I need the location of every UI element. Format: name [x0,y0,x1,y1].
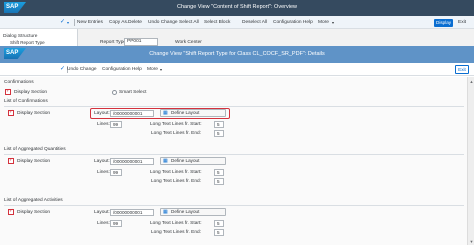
confirmations-display-label: Display Section [14,90,48,95]
quantities-lines-field[interactable]: 99 [110,169,122,176]
activities-define-layout-label: Define Layout [171,209,200,214]
activities-lt-start-label: Long Text Lines fr. Start: [150,221,202,226]
confirmations-lt-start-label: Long Text Lines fr. Start: [150,122,202,127]
window-title: Change View "Content of Shift Report": O… [177,4,297,10]
quantities-lt-end-field[interactable]: 5 [214,178,224,185]
confirmations-section-checkbox[interactable] [8,109,14,116]
quantities-lt-start-field[interactable]: 5 [214,169,224,176]
deselect-all-button[interactable]: Deselect All [242,20,267,25]
new-entries-button[interactable]: New Entries [77,20,103,25]
quantities-lt-start-label: Long Text Lines fr. Start: [150,170,202,175]
details-dialog: SAP Change View "Shift Report Type for C… [0,46,474,245]
confirmations-lt-start-field[interactable]: 5 [214,121,224,128]
activities-section-checkbox[interactable] [8,208,14,215]
dialog-structure-item[interactable]: Shift Report Type [10,40,45,45]
dialog-body: Confirmations Display Section Smart Sele… [0,77,467,245]
dialog-exit-button[interactable]: Exit [455,65,469,74]
report-type-field[interactable]: PP001 [124,38,158,46]
confirmations-lines-field[interactable]: 99 [110,121,122,128]
confirmations-lt-end-label: Long Text Lines fr. End: [151,131,202,136]
shell-header: SAP Change View "Content of Shift Report… [0,0,474,16]
check-icon[interactable]: ✓ [60,19,65,26]
quantities-section-label: Display Section [17,159,51,164]
confirmations-title: Confirmations [4,80,34,85]
configuration-help-button[interactable]: Configuration Help [273,20,313,25]
dialog-more-button[interactable]: More [147,67,158,72]
activities-lt-end-field[interactable]: 5 [214,229,224,236]
quantities-layout-field[interactable]: /00000000001 [110,158,154,165]
section-divider [4,205,464,206]
list-of-confirmations-title: List of Confirmations [4,99,48,104]
aggregated-quantities-title: List of Aggregated Quantities [4,147,66,152]
dialog-toolbar: ✓ Undo Change Configuration Help More ▾ … [0,63,474,76]
layout-icon: ▦ [163,209,168,215]
quantities-section-checkbox[interactable] [8,157,14,164]
quantities-lt-end-label: Long Text Lines fr. End: [151,179,202,184]
activities-lt-start-field[interactable]: 5 [214,220,224,227]
confirmations-lt-end-field[interactable]: 5 [214,130,224,137]
dialog-structure-title: Dialog Structure [3,34,38,39]
more-chevron-icon: ▾ [332,20,335,25]
shell-toolbar: ✓ ▾ New Entries Copy As... Delete Undo C… [0,16,474,29]
vertical-scrollbar[interactable]: ▲ ▼ [467,77,474,245]
smart-select-radio[interactable] [112,90,117,95]
quantities-lines-label: Lines: [97,170,110,175]
quantities-layout-label: Layout: [94,159,110,164]
dialog-configuration-help-button[interactable]: Configuration Help [102,67,142,72]
confirmations-display-checkbox[interactable] [5,88,11,95]
section-divider [4,106,464,107]
activities-lines-label: Lines: [97,221,110,226]
activities-layout-field[interactable]: /00000000001 [110,209,154,216]
exit-button[interactable]: Exit [458,20,466,25]
highlight-box [90,108,230,119]
scroll-down-icon[interactable]: ▼ [469,239,474,244]
dialog-title: Change View "Shift Report Type for Class… [149,51,325,57]
scroll-up-icon[interactable]: ▲ [469,79,474,84]
activities-define-layout-button[interactable]: ▦ Define Layout [160,208,226,216]
toolbar-divider [74,19,75,26]
aggregated-activities-title: List of Aggregated Activities [4,198,63,203]
select-block-button[interactable]: Select Block [204,20,230,25]
activities-lt-end-label: Long Text Lines fr. End: [151,230,202,235]
layout-icon: ▦ [163,158,168,164]
dialog-header: SAP Change View "Shift Report Type for C… [0,46,474,63]
work-center-label: Work Center [175,40,202,45]
quantities-define-layout-button[interactable]: ▦ Define Layout [160,157,226,165]
confirmations-section-label: Display Section [17,111,51,116]
activities-section-label: Display Section [17,210,51,215]
undo-change-button[interactable]: Undo Change [148,20,178,25]
more-button[interactable]: More [318,20,329,25]
dialog-more-chevron-icon: ▾ [160,67,163,72]
dialog-check-icon[interactable]: ✓ [60,66,65,73]
dialog-undo-change-button[interactable]: Undo Change [67,67,97,72]
activities-lines-field[interactable]: 99 [110,220,122,227]
section-divider [4,154,464,155]
select-all-button[interactable]: Select All [179,20,199,25]
display-button[interactable]: Display [434,19,454,27]
quantities-define-layout-label: Define Layout [171,158,200,163]
delete-button[interactable]: Delete [128,20,142,25]
confirmations-lines-label: Lines: [97,122,110,127]
dropdown-icon[interactable]: ▾ [67,19,69,26]
smart-select-label: Smart Select [119,90,147,95]
activities-layout-label: Layout: [94,210,110,215]
